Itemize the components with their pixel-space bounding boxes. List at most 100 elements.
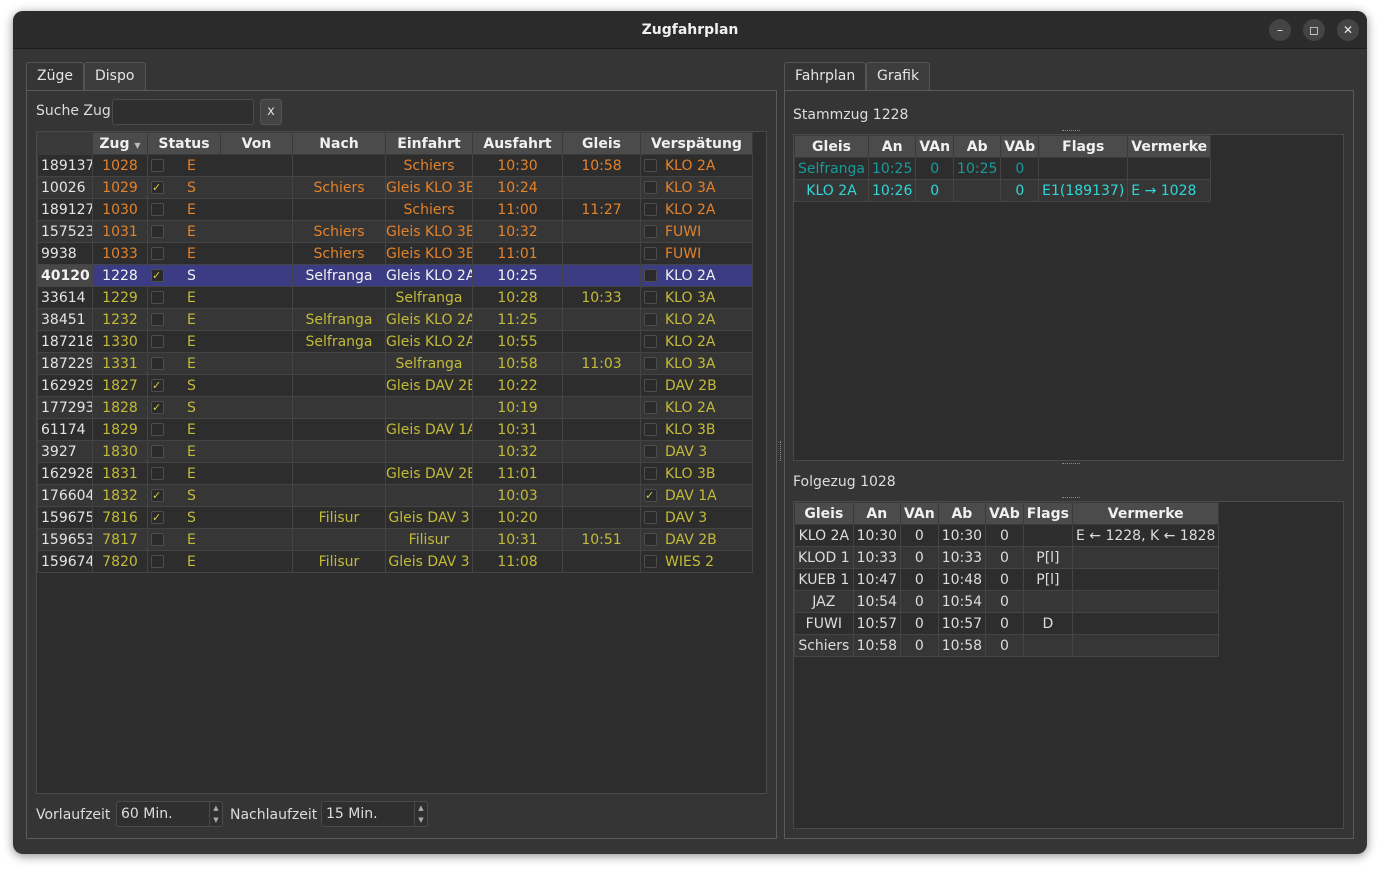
table-row[interactable]: 611741829EGleis DAV 1A10:31KLO 3B0 — [37, 418, 753, 441]
tab-zuege[interactable]: Züge — [26, 62, 84, 91]
checkbox-unchecked[interactable] — [151, 533, 164, 546]
header-an[interactable]: An — [867, 135, 917, 158]
checkbox-unchecked[interactable] — [644, 225, 657, 238]
nachlauf-stepper-icon[interactable]: ▲ ▼ — [414, 802, 427, 826]
cell-gleis[interactable]: KLO 2A — [640, 396, 753, 419]
header-vab[interactable]: VAb — [1000, 135, 1040, 158]
row-header[interactable]: 187229 — [37, 352, 93, 375]
header-gleis[interactable]: Gleis — [562, 132, 641, 155]
cell-gleis[interactable]: DAV 3 — [640, 506, 753, 529]
table-row[interactable]: 39271830E10:32DAV 30 — [37, 440, 753, 463]
checkbox-checked[interactable]: ✓ — [151, 489, 164, 502]
cell-checkbox[interactable]: E — [147, 418, 293, 441]
cell-gleis[interactable]: WIES 2 — [640, 550, 753, 573]
checkbox-unchecked[interactable] — [151, 357, 164, 370]
header-verspaetung[interactable]: Verspätung — [640, 132, 753, 155]
cell-gleis[interactable]: KLO 3A — [640, 352, 753, 375]
table-row[interactable]: 38451 1232 E Selfranga Gleis KLO 2A 11:25 KLO … — [37, 308, 753, 331]
cell-gleis[interactable]: KLO 2A — [640, 154, 753, 177]
header-gleis[interactable]: Gleis — [794, 502, 854, 525]
table-row[interactable]: 1766041832✓S10:03✓DAV 1A0 — [37, 484, 753, 507]
tab-fahrplan[interactable]: Fahrplan — [784, 62, 866, 91]
header-ab[interactable]: Ab — [953, 135, 1002, 158]
row-header[interactable]: 159675 — [37, 506, 93, 529]
header-einfahrt[interactable]: Einfahrt — [385, 132, 473, 155]
cell-checkbox[interactable]: E — [147, 440, 293, 463]
cell-gleis[interactable]: KLO 3B — [640, 418, 753, 441]
checkbox-unchecked[interactable] — [644, 445, 657, 458]
close-icon[interactable]: ✕ — [1337, 19, 1359, 41]
cell-checkbox[interactable]: ✓ S — [147, 396, 293, 419]
row-header[interactable]: 162929 — [37, 374, 93, 397]
checkbox-unchecked[interactable] — [644, 357, 657, 370]
checkbox-unchecked[interactable] — [151, 291, 164, 304]
cell-checkbox[interactable]: E — [147, 242, 293, 265]
cell-checkbox[interactable]: E — [147, 286, 293, 309]
folgezug-grip[interactable] — [1062, 497, 1080, 500]
row-header[interactable]: 33614 — [37, 286, 93, 309]
cell-gleis[interactable]: KLO 3A — [640, 286, 753, 309]
row-header[interactable]: 187218 — [37, 330, 93, 353]
row-header[interactable]: 38451 — [37, 308, 93, 331]
checkbox-checked[interactable]: ✓ — [151, 269, 164, 282]
cell-checkbox[interactable]: E — [147, 308, 293, 331]
header-an[interactable]: An — [852, 502, 902, 525]
row-header[interactable]: 3927 — [37, 440, 93, 463]
cell-gleis[interactable]: KLO 2A — [640, 308, 753, 331]
tab-grafik[interactable]: Grafik — [866, 62, 930, 90]
checkbox-unchecked[interactable] — [151, 203, 164, 216]
minimize-icon[interactable]: – — [1269, 19, 1291, 41]
table-row[interactable]: 159674 7820 E Filisur Gleis DAV 3 11:08 WIES 2… — [37, 550, 753, 573]
checkbox-unchecked[interactable] — [644, 335, 657, 348]
maximize-icon[interactable]: ◻ — [1303, 19, 1325, 41]
nachlauf-spinbox[interactable]: 15 Min. ▲ ▼ — [321, 801, 428, 827]
table-row[interactable]: 1891271030ESchiers11:0011:27KLO 2A0 — [37, 198, 753, 221]
table-row[interactable]: FUWI 10:57 0 10:57 0 D — [794, 612, 1220, 635]
header-van[interactable]: VAn — [900, 502, 939, 525]
cell-checkbox[interactable]: ✓ S — [147, 484, 293, 507]
checkbox-unchecked[interactable] — [151, 445, 164, 458]
cell-checkbox[interactable]: E — [147, 352, 293, 375]
row-header[interactable]: 10026 — [37, 176, 93, 199]
cell-gleis[interactable]: KLO 3B — [640, 462, 753, 485]
header-flags[interactable]: Flags — [1022, 502, 1073, 525]
cell-gleis[interactable]: ✓ DAV 1A — [640, 484, 753, 507]
table-row[interactable]: KLO 2A 10:26 0 0 E1(189137) E → 1028 — [794, 179, 1212, 202]
checkbox-unchecked[interactable] — [644, 181, 657, 194]
section-splitter-grip[interactable] — [1062, 463, 1080, 466]
checkbox-unchecked[interactable] — [151, 467, 164, 480]
checkbox-unchecked[interactable] — [644, 379, 657, 392]
cell-gleis[interactable]: DAV 2B — [640, 528, 753, 551]
row-header[interactable]: 40120 — [37, 264, 93, 287]
row-header[interactable]: 61174 — [37, 418, 93, 441]
checkbox-unchecked[interactable] — [151, 555, 164, 568]
checkbox-checked[interactable]: ✓ — [151, 511, 164, 524]
table-row[interactable]: 187218 1330 E Selfranga Gleis KLO 2A 10:55 KLO… — [37, 330, 753, 353]
checkbox-unchecked[interactable] — [151, 423, 164, 436]
cell-checkbox[interactable]: E — [147, 330, 293, 353]
table-row[interactable]: 99381033ESchiersGleis KLO 3B11:01FUWI0 — [37, 242, 753, 265]
cell-gleis[interactable]: FUWI — [640, 242, 753, 265]
header-ab[interactable]: Ab — [937, 502, 987, 525]
header-nach[interactable]: Nach — [292, 132, 386, 155]
cell-checkbox[interactable]: ✓ S — [147, 176, 293, 199]
row-header[interactable]: 9938 — [37, 242, 93, 265]
table-row[interactable]: 1891371028ESchiers10:3010:58KLO 2A0 — [37, 154, 753, 177]
row-header[interactable]: 159674 — [37, 550, 93, 573]
checkbox-unchecked[interactable] — [644, 159, 657, 172]
header-vermerke[interactable]: Vermerke — [1127, 135, 1212, 158]
cell-checkbox[interactable]: ✓ S — [147, 264, 293, 287]
header-gleis[interactable]: Gleis — [794, 135, 869, 158]
header-flags[interactable]: Flags — [1038, 135, 1129, 158]
checkbox-unchecked[interactable] — [644, 555, 657, 568]
checkbox-unchecked[interactable] — [644, 423, 657, 436]
table-row[interactable]: KUEB 1 10:47 0 10:48 0 P[l] — [794, 568, 1220, 591]
cell-checkbox[interactable]: E — [147, 198, 293, 221]
table-row[interactable]: KLO 2A 10:30 0 10:30 0 E ← 1228, K ← 1828 — [794, 524, 1220, 547]
cell-checkbox[interactable]: E — [147, 154, 293, 177]
cell-checkbox[interactable]: ✓ S — [147, 374, 293, 397]
header-status[interactable]: Status — [147, 132, 221, 155]
cell-gleis[interactable]: KLO 2A — [640, 264, 753, 287]
vorlauf-stepper-icon[interactable]: ▲ ▼ — [209, 802, 222, 826]
header-zug[interactable]: Zug ▼ — [92, 132, 148, 155]
